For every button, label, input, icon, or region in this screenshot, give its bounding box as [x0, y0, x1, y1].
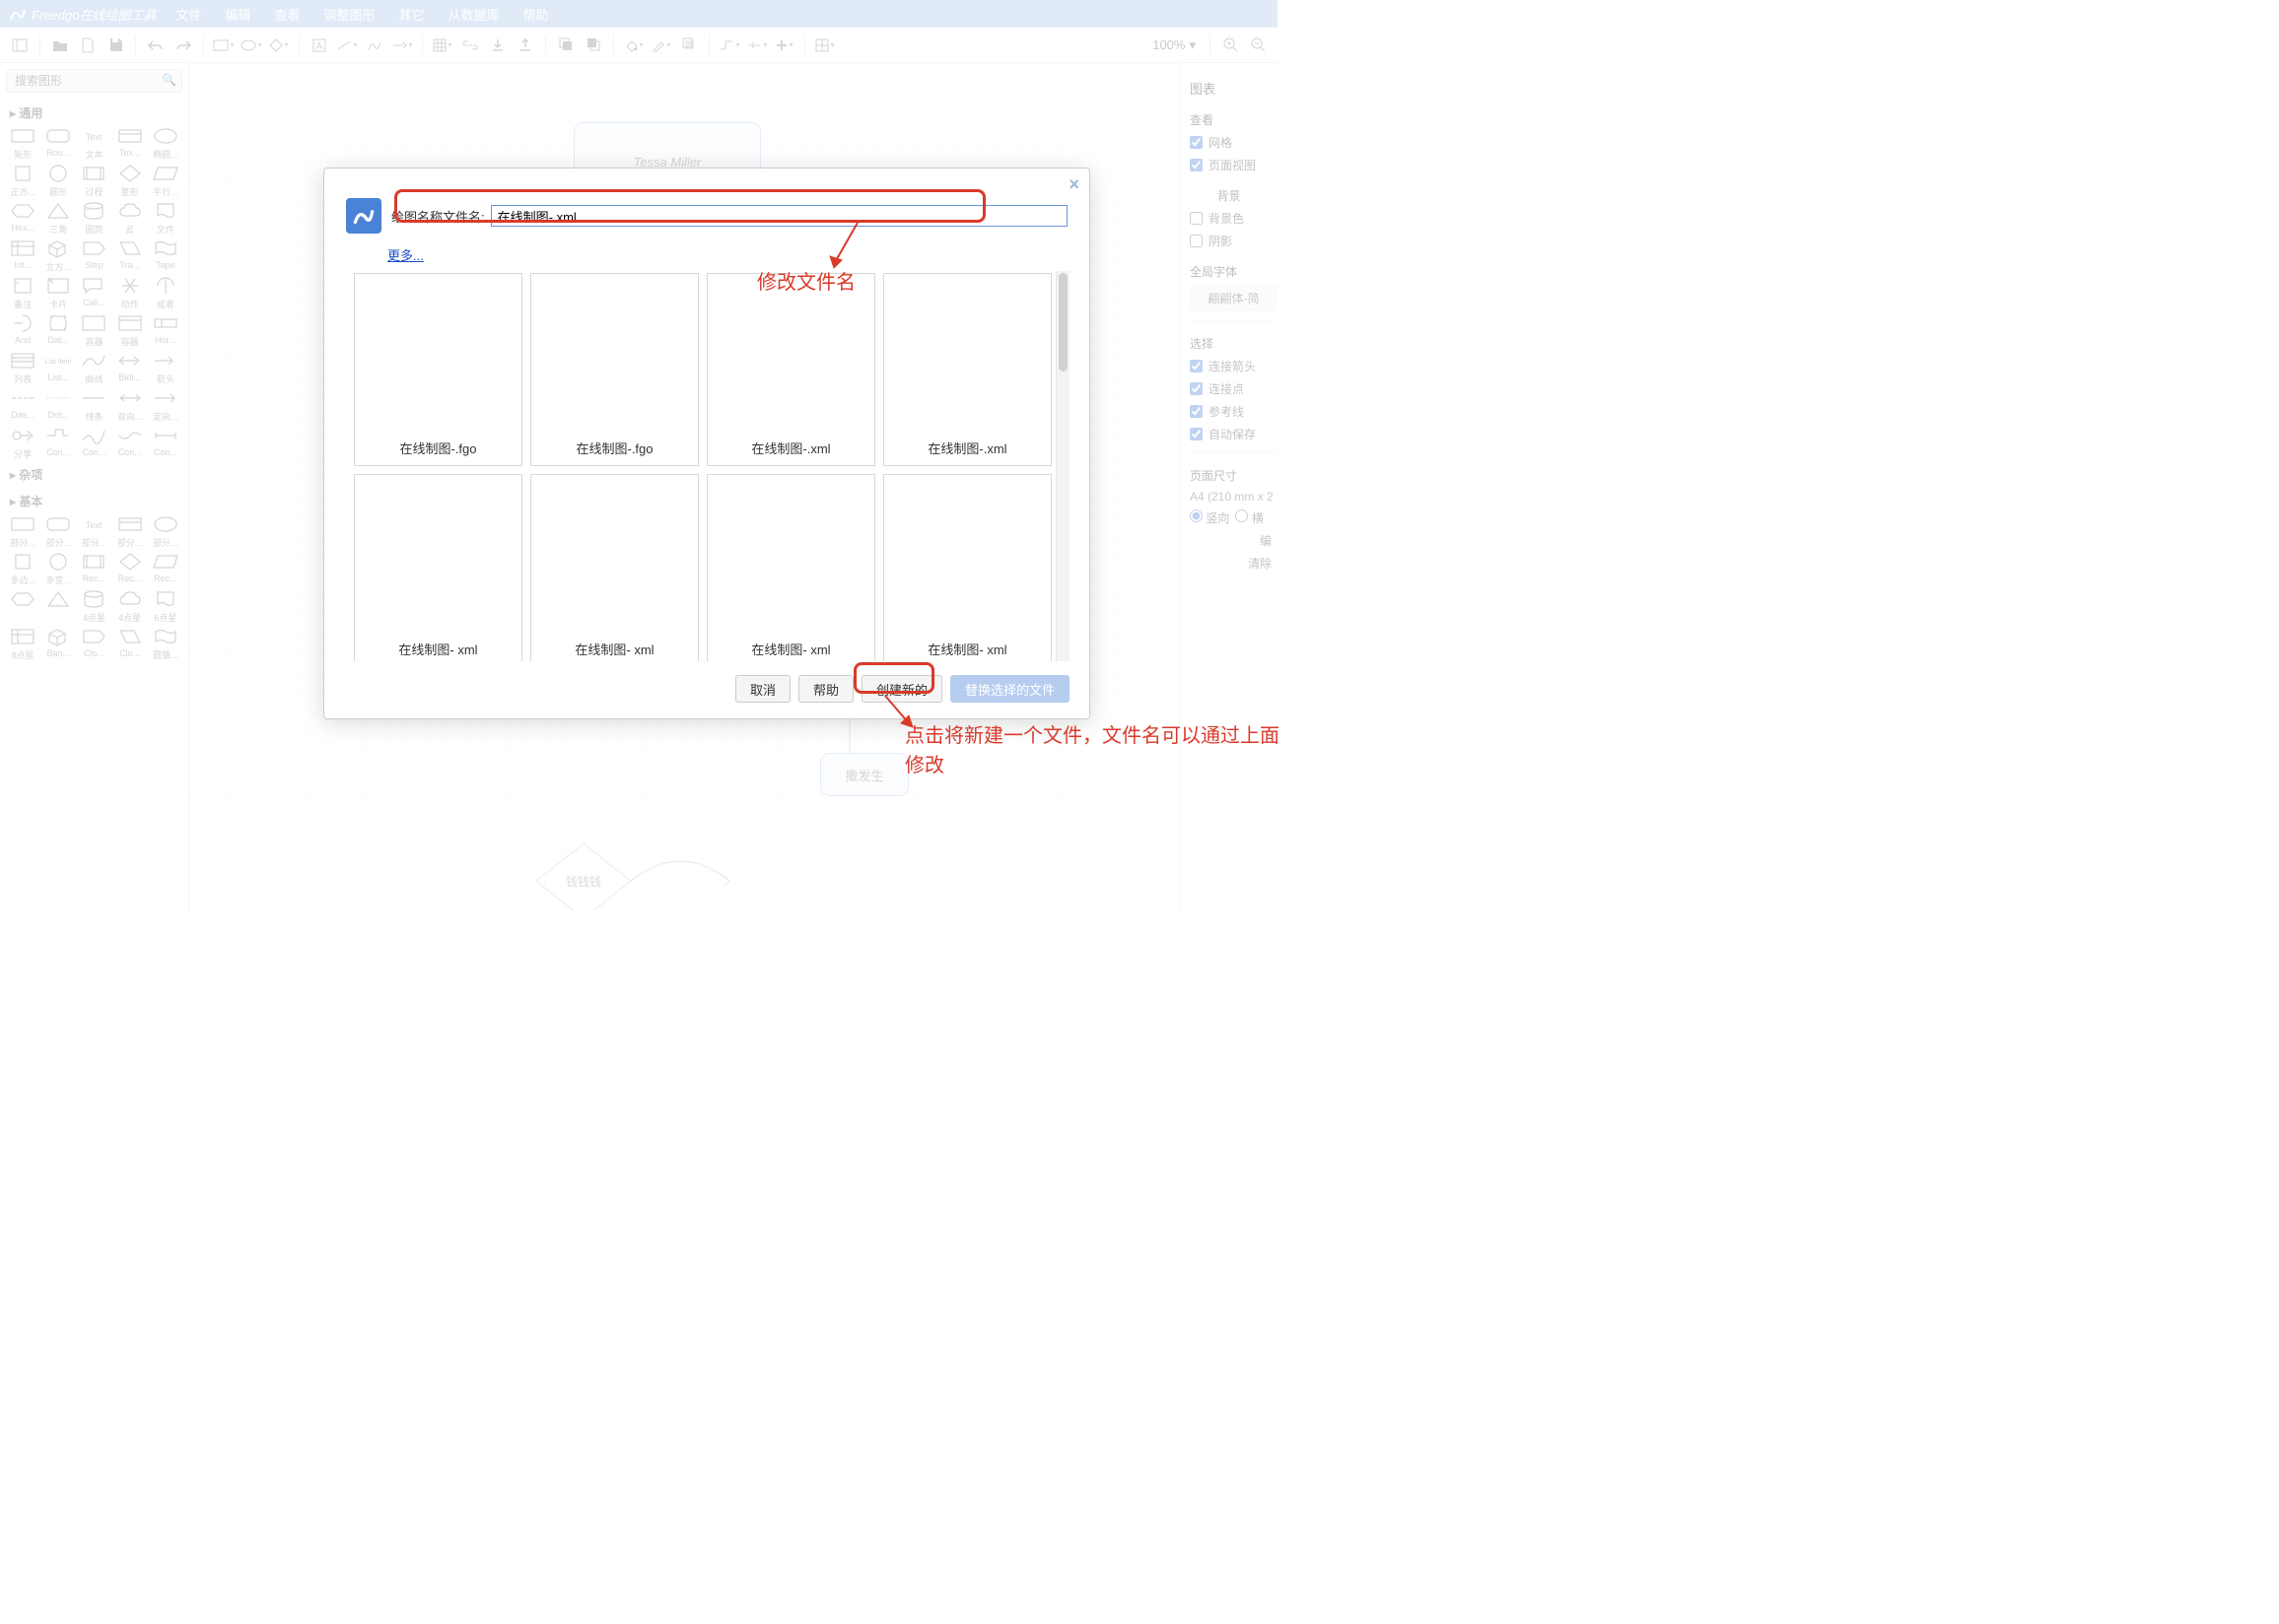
- template-scrollbar[interactable]: [1056, 271, 1070, 661]
- template-grid: 在线制图-.fgo在线制图-.fgo在线制图-.xml在线制图-.xml在线制图…: [354, 271, 1056, 661]
- template-card[interactable]: 在线制图-.xml: [883, 273, 1052, 466]
- more-link[interactable]: 更多...: [387, 245, 1089, 264]
- template-card[interactable]: 在线制图- xml: [707, 474, 875, 661]
- cancel-button[interactable]: 取消: [735, 675, 791, 703]
- template-card[interactable]: 在线制图- xml: [354, 474, 522, 661]
- annotation-text-1: 修改文件名: [757, 266, 856, 295]
- filename-label: 绘图名称文件名:: [391, 207, 485, 226]
- template-card[interactable]: 在线制图- xml: [883, 474, 1052, 661]
- help-button[interactable]: 帮助: [798, 675, 854, 703]
- filename-input[interactable]: [491, 205, 1068, 227]
- close-icon[interactable]: ×: [1069, 174, 1079, 195]
- annotation-text-2: 点击将新建一个文件，文件名可以通过上面修改: [905, 721, 1279, 780]
- replace-button[interactable]: 替换选择的文件: [950, 675, 1070, 703]
- template-card[interactable]: 在线制图-.fgo: [354, 273, 522, 466]
- template-card[interactable]: 在线制图-.fgo: [530, 273, 699, 466]
- modal-logo-icon: [346, 198, 381, 234]
- template-card[interactable]: 在线制图- xml: [530, 474, 699, 661]
- new-file-modal: × 绘图名称文件名: 更多... 在线制图-.fgo在线制图-.fgo在线制图-…: [323, 168, 1090, 719]
- template-card[interactable]: 在线制图-.xml: [707, 273, 875, 466]
